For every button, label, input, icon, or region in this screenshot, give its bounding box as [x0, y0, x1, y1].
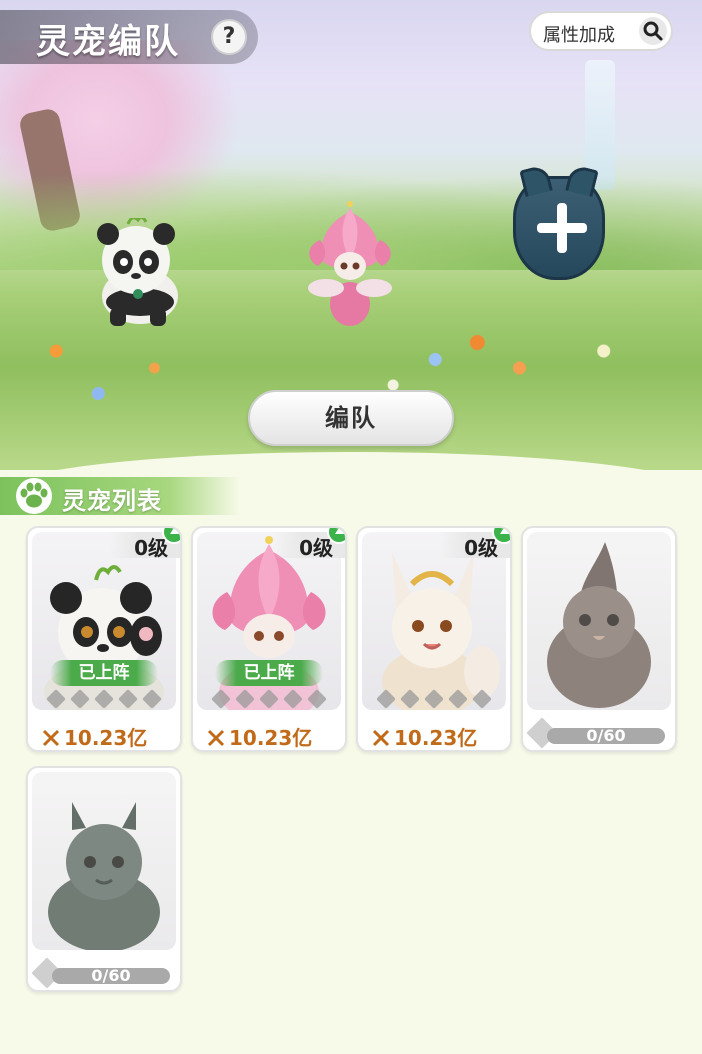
- star-icon: [211, 689, 231, 709]
- pet-power-value: 10.23亿: [394, 726, 478, 750]
- paw-icon: [14, 477, 54, 515]
- star-icon: [283, 689, 303, 709]
- crossed-swords-icon: [372, 729, 390, 747]
- formation-slot-panda[interactable]: [88, 215, 188, 328]
- star-row: [209, 689, 333, 709]
- pet-power: 10.23亿: [42, 722, 148, 750]
- star-icon: [307, 689, 327, 709]
- pet-power-value: 10.23亿: [64, 726, 148, 750]
- star-icon: [235, 689, 255, 709]
- add-pet-slot[interactable]: [513, 176, 605, 280]
- pet-card-art: [527, 532, 671, 710]
- star-icon: [400, 689, 420, 709]
- shard-progress-text: 0/60: [91, 966, 131, 985]
- pet-power: 10.23亿: [372, 722, 478, 750]
- deployed-badge: 已上阵: [50, 660, 158, 686]
- pet-power-value: 10.23亿: [229, 726, 313, 750]
- star-icon: [376, 689, 396, 709]
- star-row: [374, 689, 498, 709]
- star-row: [44, 689, 168, 709]
- shard-progress-text: 0/60: [586, 726, 626, 745]
- star-icon: [448, 689, 468, 709]
- panda-icon: [97, 215, 178, 326]
- pet-card-fox[interactable]: 0级 10.23亿: [356, 526, 512, 752]
- owl-icon: [547, 542, 651, 708]
- attribute-bonus-label: 属性加成: [543, 25, 615, 46]
- dragon-icon: [48, 802, 160, 950]
- star-icon: [424, 689, 444, 709]
- page-title: 灵宠编队: [36, 22, 180, 62]
- star-icon: [142, 689, 162, 709]
- form-team-button[interactable]: 编队: [248, 390, 454, 446]
- crossed-swords-icon: [42, 729, 60, 747]
- attribute-bonus-button[interactable]: 属性加成: [529, 11, 673, 51]
- star-icon: [259, 689, 279, 709]
- pet-power: 10.23亿: [207, 722, 313, 750]
- star-icon: [118, 689, 138, 709]
- pet-card-art: [32, 772, 176, 950]
- lotus-pet-icon: [308, 201, 392, 326]
- pet-card-dragon[interactable]: 0/60: [26, 766, 182, 992]
- pet-card-owl[interactable]: 0/60: [521, 526, 677, 752]
- crossed-swords-icon: [207, 729, 225, 747]
- star-icon: [70, 689, 90, 709]
- pet-card-lotus[interactable]: 0级 已上阵 10.23亿: [191, 526, 347, 752]
- deployed-badge: 已上阵: [215, 660, 323, 686]
- star-icon: [94, 689, 114, 709]
- pet-card-panda[interactable]: 0级 已上阵 10.23亿: [26, 526, 182, 752]
- star-icon: [472, 689, 492, 709]
- star-icon: [46, 689, 66, 709]
- help-button[interactable]: ?: [211, 19, 247, 55]
- search-icon: [639, 17, 667, 45]
- pet-list-title: 灵宠列表: [62, 487, 162, 515]
- formation-slot-lotus[interactable]: [300, 200, 400, 328]
- plus-icon: [537, 203, 587, 253]
